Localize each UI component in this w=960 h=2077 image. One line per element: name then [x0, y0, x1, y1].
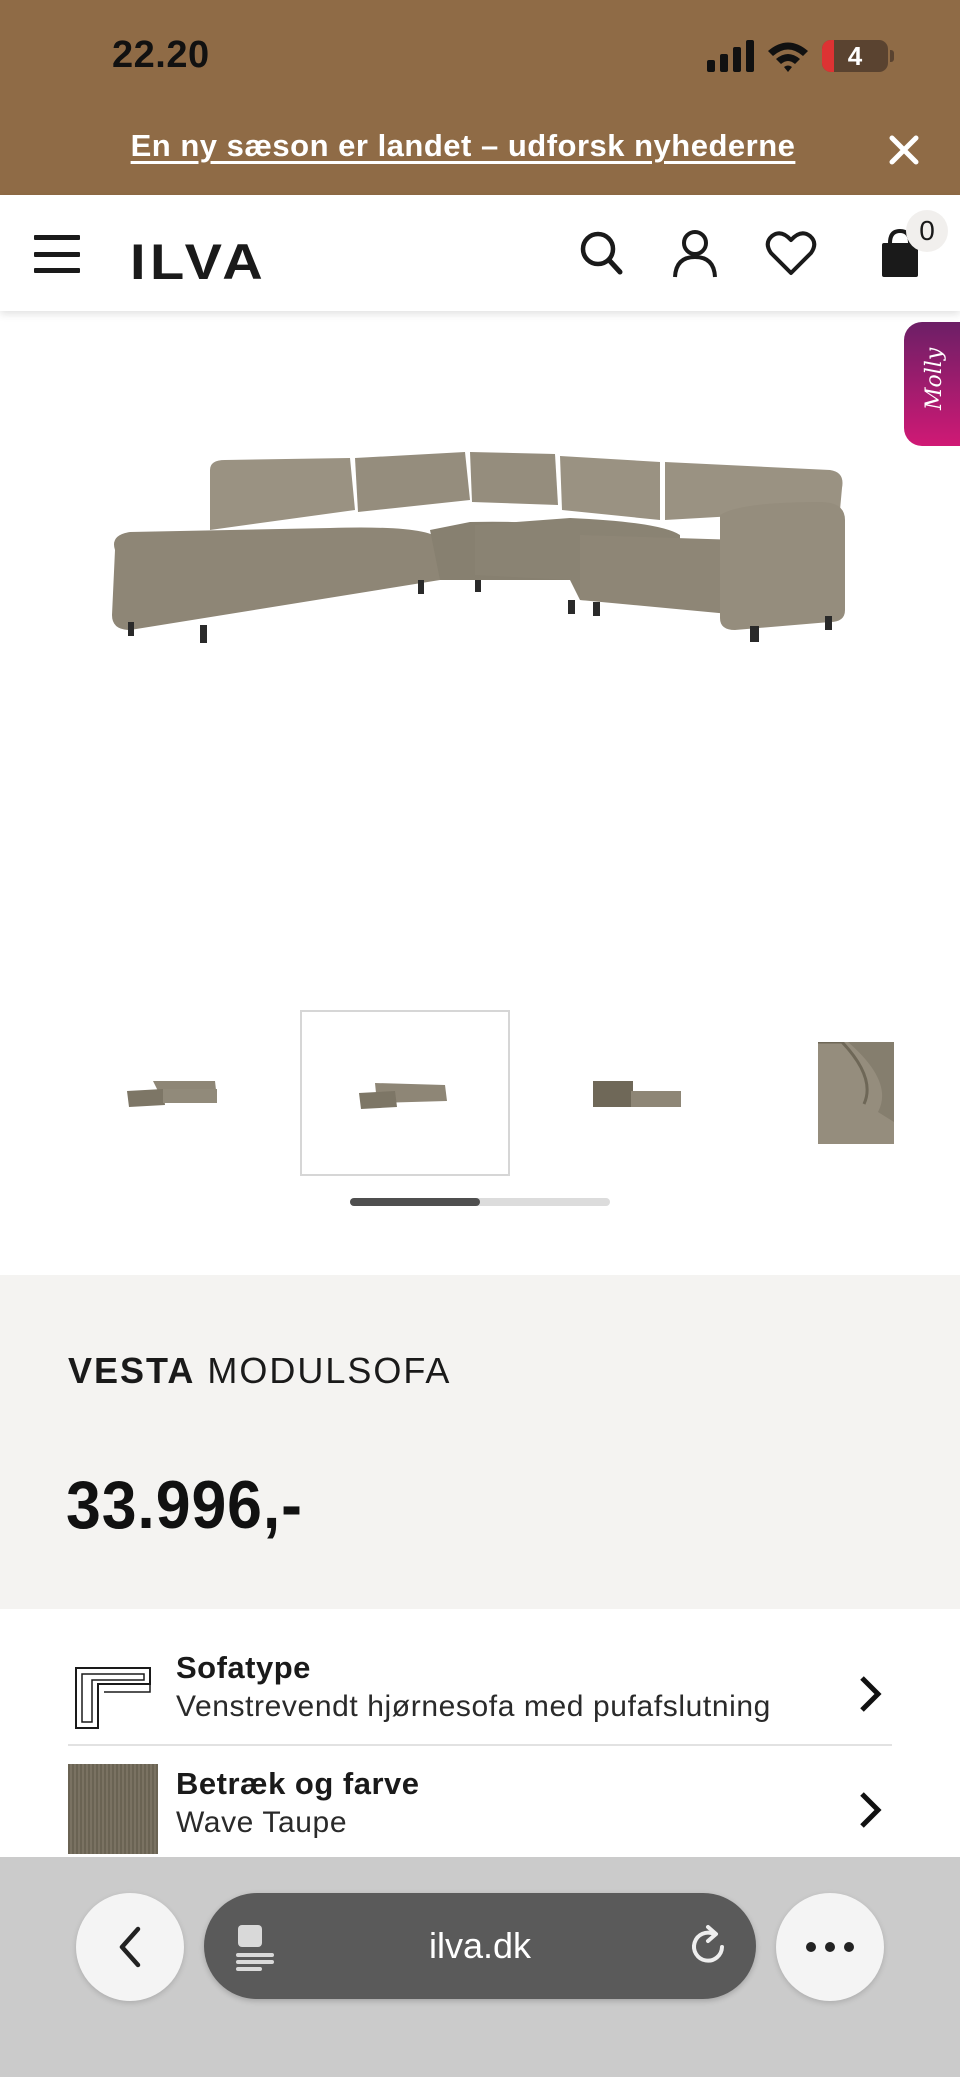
gallery-thumbnail[interactable] [532, 1010, 742, 1176]
site-header: ILVA [0, 195, 960, 311]
wifi-icon [768, 42, 808, 72]
battery-icon: 4 [822, 40, 888, 72]
site-logo[interactable]: ILVA [130, 233, 267, 291]
option-row-fabric[interactable]: Betræk og farve Wave Taupe [68, 1746, 892, 1862]
product-price: 33.996,- [66, 1467, 303, 1543]
product-info-panel [0, 1275, 960, 1609]
thumb-fabric-closeup [818, 1042, 894, 1144]
status-time: 22.20 [112, 34, 210, 76]
url-text: ilva.dk [428, 1925, 532, 1966]
search-icon[interactable] [576, 225, 626, 281]
more-options-button[interactable] [776, 1893, 884, 2001]
address-bar[interactable]: ilva.dk [204, 1893, 756, 1999]
battery-cap [890, 50, 894, 62]
menu-icon[interactable] [34, 235, 80, 273]
fabric-swatch [68, 1764, 158, 1854]
product-image-sofa[interactable] [100, 440, 860, 670]
chevron-right-icon [860, 1792, 882, 1828]
top-banner: 22.20 4 En ny sæson er landet – udforsk … [0, 0, 960, 195]
promo-link[interactable]: En ny sæson er landet – udforsk nyhedern… [0, 128, 926, 164]
thumb-sofa-image [593, 1081, 681, 1107]
close-icon[interactable] [884, 130, 924, 170]
option-row-sofatype[interactable]: Sofatype Venstrevendt hjørnesofa med puf… [68, 1630, 892, 1746]
option-value: Wave Taupe [176, 1806, 348, 1839]
option-label: Sofatype [176, 1650, 311, 1685]
cellular-signal-icon [707, 40, 754, 72]
reload-icon[interactable] [686, 1923, 730, 1969]
molly-chat-tab[interactable]: Molly [904, 322, 960, 446]
gallery-thumbnail[interactable] [764, 1010, 894, 1176]
wishlist-heart-icon[interactable] [764, 225, 818, 281]
gallery-scroll-indicator[interactable] [350, 1198, 480, 1206]
cart-count-badge: 0 [906, 210, 948, 252]
option-value: Venstrevendt hjørnesofa med pufafslutnin… [176, 1690, 771, 1723]
option-label: Betræk og farve [176, 1766, 420, 1801]
battery-level: 4 [847, 40, 863, 71]
sofa-outline-icon [75, 1667, 151, 1729]
back-button[interactable] [76, 1893, 184, 2001]
product-name-bold: VESTA [68, 1350, 196, 1391]
thumb-sofa-image [359, 1083, 447, 1109]
chevron-right-icon [860, 1676, 882, 1712]
chevron-left-icon [119, 1926, 141, 1968]
gallery-thumbnail-active[interactable] [300, 1010, 510, 1176]
ellipsis-icon [806, 1942, 854, 1952]
account-icon[interactable] [670, 225, 720, 281]
molly-label: Molly [922, 347, 947, 410]
gallery-thumbnail[interactable] [68, 1010, 278, 1176]
thumb-sofa-image [127, 1081, 217, 1107]
product-name-rest: MODULSOFA [195, 1350, 452, 1391]
status-icons: 4 [707, 36, 894, 76]
product-title: VESTA MODULSOFA [68, 1350, 451, 1392]
